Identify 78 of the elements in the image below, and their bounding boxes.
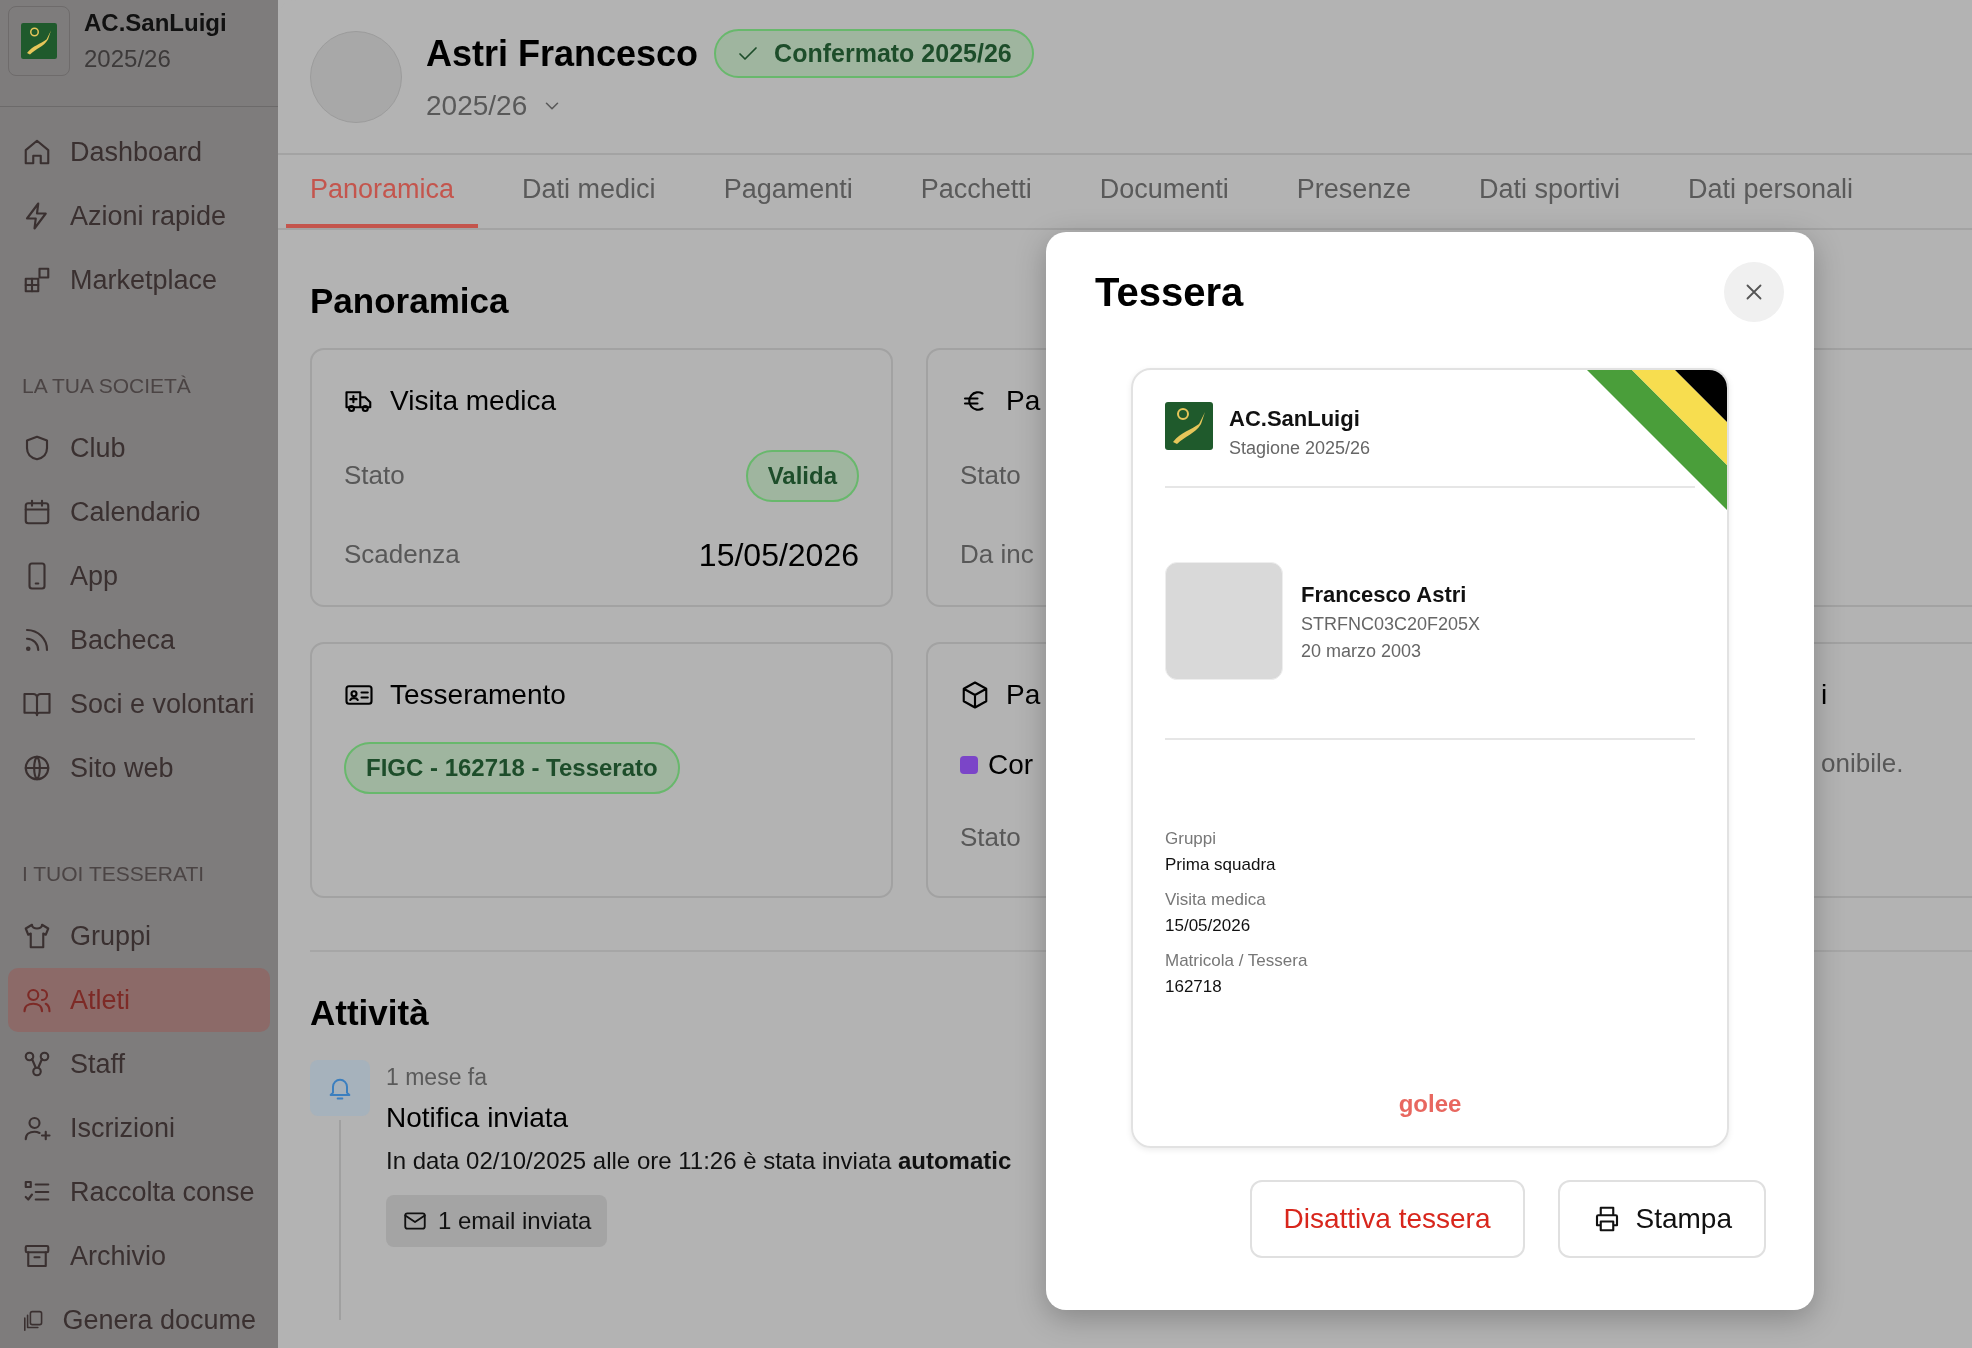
field-label: Stato: [960, 459, 1021, 492]
tab[interactable]: Presenze: [1272, 155, 1435, 228]
activity-title: Notifica inviata: [386, 1100, 570, 1135]
sidebar-item[interactable]: Atleti: [8, 968, 270, 1032]
sidebar-item[interactable]: Staff: [8, 1032, 270, 1096]
section-title: Panoramica: [310, 280, 509, 322]
calendar-icon: [22, 497, 52, 527]
activity-time: 1 mese fa: [386, 1063, 488, 1092]
sidebar-item[interactable]: Calendario: [8, 480, 270, 544]
box-icon: [960, 680, 990, 710]
sidebar-item[interactable]: Gruppi: [8, 904, 270, 968]
member-name: Francesco Astri: [1301, 580, 1468, 609]
sidebar-item[interactable]: Raccolta conse: [8, 1160, 270, 1224]
bell-icon: [310, 1060, 370, 1116]
field-label: Stato: [960, 821, 1021, 854]
email-chip: 1 email inviata: [386, 1194, 608, 1247]
field-label: Da inc: [960, 538, 1034, 571]
card-message: onibile.: [1821, 747, 1904, 780]
tab[interactable]: Dati medici: [498, 155, 680, 228]
club-logo: [21, 23, 57, 59]
field-label: Stato: [344, 459, 405, 492]
deactivate-button[interactable]: Disattiva tessera: [1249, 1180, 1525, 1258]
field-value: 162718: [1165, 975, 1223, 998]
tax-code: STRFNC03C20F205X: [1301, 612, 1481, 636]
card-title: Tesseramento: [390, 678, 566, 712]
season-label: Stagione 2025/26: [1229, 437, 1371, 460]
sidebar-item[interactable]: Marketplace: [8, 248, 270, 312]
tab[interactable]: Dati personali: [1663, 155, 1878, 228]
section-heading: I TUOI TESSERATI: [22, 861, 206, 887]
sidebar-item[interactable]: Azioni rapide: [8, 184, 270, 248]
season-label: 2025/26: [84, 44, 172, 74]
print-button[interactable]: Stampa: [1557, 1180, 1766, 1258]
sidebar-item[interactable]: Dashboard: [8, 120, 270, 184]
section-heading: LA TUA SOCIETÀ: [22, 373, 192, 399]
brand-wordmark: golee: [1397, 1089, 1463, 1119]
field-value: 15/05/2026: [698, 535, 859, 575]
card-title: Visita medica: [390, 384, 556, 418]
card-title: Pa: [1006, 678, 1041, 712]
tab[interactable]: Panoramica: [286, 155, 479, 228]
field-label: Scadenza: [344, 538, 460, 571]
status-badge: Confermato 2025/26: [714, 28, 1034, 79]
field-label: Visita medica: [1165, 889, 1267, 911]
field-value: 15/05/2026: [1165, 914, 1252, 937]
grid-icon: [22, 265, 52, 295]
field-value: Prima squadra: [1165, 853, 1277, 876]
sidebar-item[interactable]: Genera docume: [8, 1288, 270, 1348]
birth-date: 20 marzo 2003: [1301, 639, 1423, 663]
tab[interactable]: Pacchetti: [896, 155, 1056, 228]
section-title: Attività: [310, 992, 429, 1034]
card-title: i: [1821, 678, 1828, 712]
sidebar-item[interactable]: Archivio: [8, 1224, 270, 1288]
home-icon: [22, 137, 52, 167]
modal-title: Tessera: [1095, 269, 1244, 316]
club-name: AC.SanLuigi: [84, 8, 227, 38]
field-label: Gruppi: [1165, 828, 1218, 850]
package-name: Cor: [988, 748, 1034, 782]
card-title: Pa: [1006, 384, 1041, 418]
tab[interactable]: Dati sportivi: [1454, 155, 1644, 228]
globe-icon: [22, 753, 52, 783]
athlete-name: Astri Francesco: [426, 31, 699, 76]
sidebar-item[interactable]: Sito web: [8, 736, 270, 800]
field-label: Matricola / Tessera: [1165, 950, 1309, 972]
sidebar-item[interactable]: Club: [8, 416, 270, 480]
sidebar-item[interactable]: Iscrizioni: [8, 1096, 270, 1160]
nodes-icon: [22, 1049, 52, 1079]
membership-badge: FIGC - 162718 - Tesserato: [344, 742, 680, 794]
activity-text: In data 02/10/2025 alle ore 11:26 è stata inviata automatic: [386, 1145, 1012, 1176]
sidebar-item[interactable]: App: [8, 544, 270, 608]
season-dropdown[interactable]: 2025/26: [426, 84, 564, 127]
tab[interactable]: Documenti: [1075, 155, 1253, 228]
club-logo-frame[interactable]: [8, 6, 70, 76]
club-logo: [1165, 402, 1213, 450]
club-name: AC.SanLuigi: [1229, 405, 1361, 433]
tab[interactable]: Pagamenti: [699, 155, 877, 228]
shirt-icon: [22, 921, 52, 951]
sidebar-item[interactable]: Soci e volontari: [8, 672, 270, 736]
sidebar-item[interactable]: Bacheca: [8, 608, 270, 672]
status-badge: Valida: [745, 449, 859, 502]
